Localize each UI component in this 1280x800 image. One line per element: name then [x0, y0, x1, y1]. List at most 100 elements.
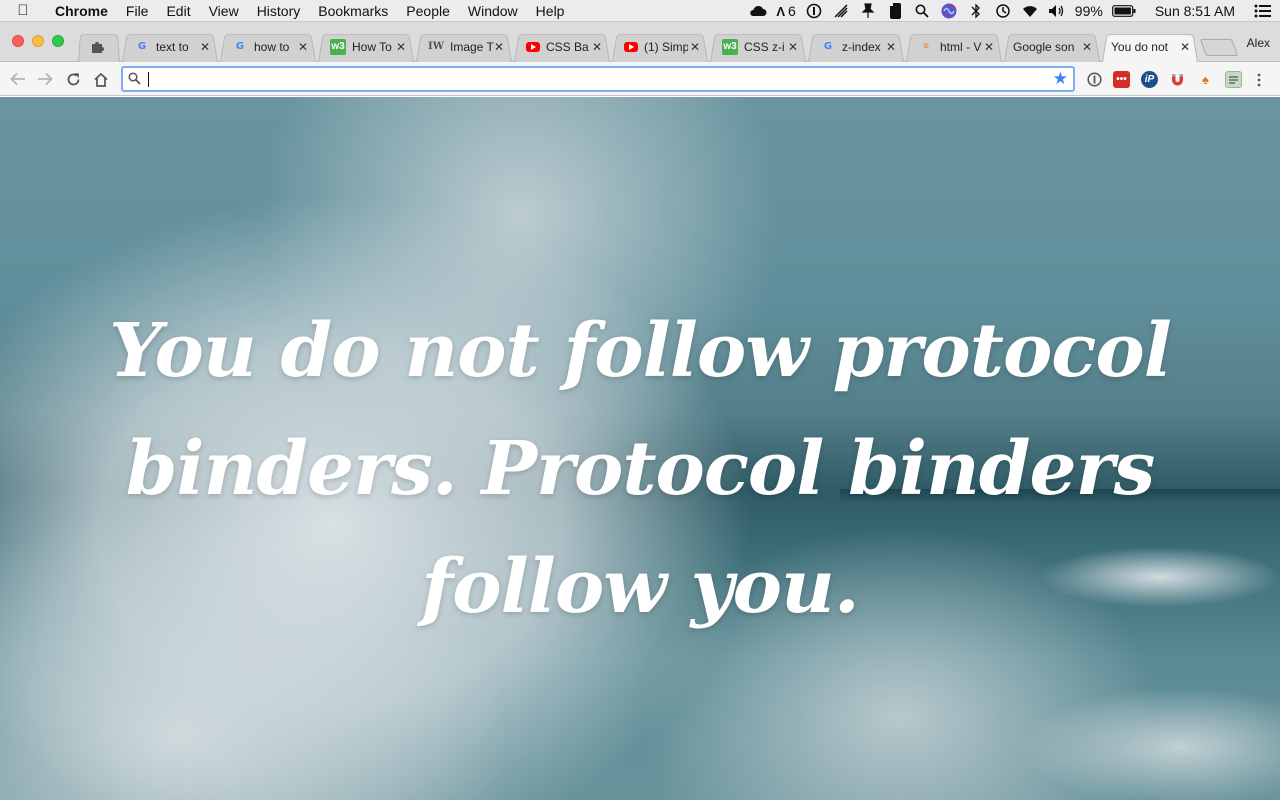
menu-app-name[interactable]: Chrome	[46, 0, 117, 22]
tab-image-t[interactable]: IW Image T ✕	[416, 31, 512, 62]
browser-toolbar: ★ ••• iP ♠	[0, 62, 1280, 96]
page-content: You do not follow protocol binders. Prot…	[0, 97, 1280, 800]
quote-text: You do not follow protocol binders. Prot…	[109, 308, 1172, 630]
status-area: Λ 6 99% Sun 8:51 AM	[749, 0, 1272, 22]
youtube-icon	[526, 41, 540, 52]
address-input[interactable]	[147, 70, 1027, 88]
bluetooth-icon[interactable]	[967, 3, 985, 19]
tab-title: z-index	[842, 39, 881, 54]
tab-close-icon[interactable]: ✕	[1180, 40, 1190, 54]
tab-how-to-w3[interactable]: w3 How To ✕	[318, 31, 414, 62]
reload-button[interactable]	[62, 68, 84, 90]
adobe-status[interactable]: Λ 6	[776, 3, 795, 19]
evernote-icon[interactable]	[886, 3, 904, 19]
iw-icon: IW	[428, 41, 444, 52]
time-machine-icon[interactable]	[994, 3, 1012, 19]
menu-people[interactable]: People	[397, 0, 459, 22]
profile-name[interactable]: Alex	[1247, 36, 1270, 50]
puzzle-piece-icon	[90, 39, 106, 55]
tab-html[interactable]: ≡ html - V ✕	[906, 31, 1002, 62]
tab-close-icon[interactable]: ✕	[298, 40, 308, 54]
address-bar[interactable]: ★	[121, 66, 1075, 92]
tab-z-index[interactable]: G z-index ✕	[808, 31, 904, 62]
tab-close-icon[interactable]: ✕	[886, 40, 896, 54]
tab-google-son[interactable]: Google son ✕	[1004, 31, 1100, 62]
battery-percent[interactable]: 99%	[1075, 3, 1103, 19]
window-maximize-button[interactable]	[52, 35, 64, 47]
wifi-icon[interactable]	[1021, 3, 1039, 19]
reload-icon	[67, 72, 79, 85]
tab-title: (1) Simp	[644, 39, 688, 54]
w3schools-icon: w3	[330, 38, 346, 55]
tab-close-icon[interactable]: ✕	[494, 40, 504, 54]
tab-close-icon[interactable]: ✕	[592, 40, 602, 54]
spotlight-search-icon[interactable]	[913, 3, 931, 19]
tab-close-icon[interactable]: ✕	[1082, 40, 1092, 54]
home-button[interactable]	[90, 68, 112, 90]
volume-icon[interactable]	[1048, 3, 1066, 19]
tab-simp[interactable]: (1) Simp ✕	[612, 31, 708, 62]
menu-edit[interactable]: Edit	[157, 0, 199, 22]
onepassword-icon[interactable]	[805, 3, 823, 19]
notification-center-icon[interactable]	[1254, 3, 1272, 19]
forward-button[interactable]	[34, 68, 56, 90]
menubar-clock[interactable]: Sun 8:51 AM	[1155, 3, 1235, 19]
battery-icon[interactable]	[1111, 3, 1136, 19]
tab-close-icon[interactable]: ✕	[788, 40, 798, 54]
siri-icon[interactable]	[940, 3, 958, 19]
menu-help[interactable]: Help	[527, 0, 574, 22]
home-icon	[94, 72, 108, 87]
ip-icon[interactable]: iP	[1141, 71, 1158, 88]
google-icon: G	[137, 41, 147, 52]
tab-title: CSS z-i	[744, 39, 785, 54]
tab-close-icon[interactable]: ✕	[396, 40, 406, 54]
tab-text-to[interactable]: G text to ✕	[122, 31, 218, 62]
arrow-right-icon	[38, 72, 53, 86]
browser-menu-icon[interactable]	[1253, 71, 1265, 88]
menu-history[interactable]: History	[248, 0, 310, 22]
tab-title: text to	[156, 39, 189, 54]
tab-title: Image T	[450, 39, 494, 54]
metamask-icon[interactable]: ♠	[1197, 71, 1214, 88]
lastpass-icon[interactable]: •••	[1113, 71, 1130, 88]
window-close-button[interactable]	[12, 35, 24, 47]
pin-icon[interactable]	[859, 3, 877, 19]
tab-title: how to	[254, 39, 290, 54]
tab-how-to[interactable]: G how to ✕	[220, 31, 316, 62]
new-tab-button[interactable]	[1199, 39, 1239, 56]
adobe-icon: Λ	[776, 3, 785, 19]
google-icon: G	[823, 41, 833, 52]
back-button[interactable]	[7, 68, 29, 90]
menu-window[interactable]: Window	[459, 0, 527, 22]
menu-bookmarks[interactable]: Bookmarks	[309, 0, 397, 22]
adobe-count: 6	[788, 3, 796, 19]
network-signal-icon[interactable]	[832, 3, 850, 19]
magnet-icon[interactable]	[1169, 71, 1186, 88]
macos-menu-bar:  Chrome File Edit View History Bookmark…	[0, 0, 1280, 22]
tab-extension-pinned[interactable]	[78, 31, 120, 62]
tab-title: You do not	[1111, 39, 1168, 54]
tab-title: CSS Ba	[546, 39, 589, 54]
stackoverflow-icon: ≡	[923, 41, 929, 52]
google-icon: G	[235, 41, 245, 52]
window-minimize-button[interactable]	[32, 35, 44, 47]
menu-view[interactable]: View	[200, 0, 248, 22]
arrow-left-icon	[10, 72, 25, 86]
tab-close-icon[interactable]: ✕	[200, 40, 210, 54]
bookmark-star-icon[interactable]: ★	[1053, 69, 1068, 89]
youtube-icon	[624, 41, 638, 52]
tab-close-icon[interactable]: ✕	[984, 40, 994, 54]
tab-you-do-not-active[interactable]: You do not ✕	[1102, 31, 1198, 62]
tab-title: How To	[352, 39, 392, 54]
apple-menu-icon[interactable]: 	[0, 0, 46, 22]
info-icon[interactable]	[1086, 71, 1103, 88]
tab-css-z-index-w3[interactable]: w3 CSS z-i ✕	[710, 31, 806, 62]
cloud-icon[interactable]	[749, 3, 767, 19]
tab-close-icon[interactable]: ✕	[690, 40, 700, 54]
w3schools-icon: w3	[722, 38, 738, 55]
tab-title: html - V	[940, 39, 982, 54]
text-caret	[148, 72, 149, 87]
tab-manager-icon[interactable]	[1225, 71, 1242, 88]
tab-css-ba[interactable]: CSS Ba ✕	[514, 31, 610, 62]
menu-file[interactable]: File	[117, 0, 158, 22]
